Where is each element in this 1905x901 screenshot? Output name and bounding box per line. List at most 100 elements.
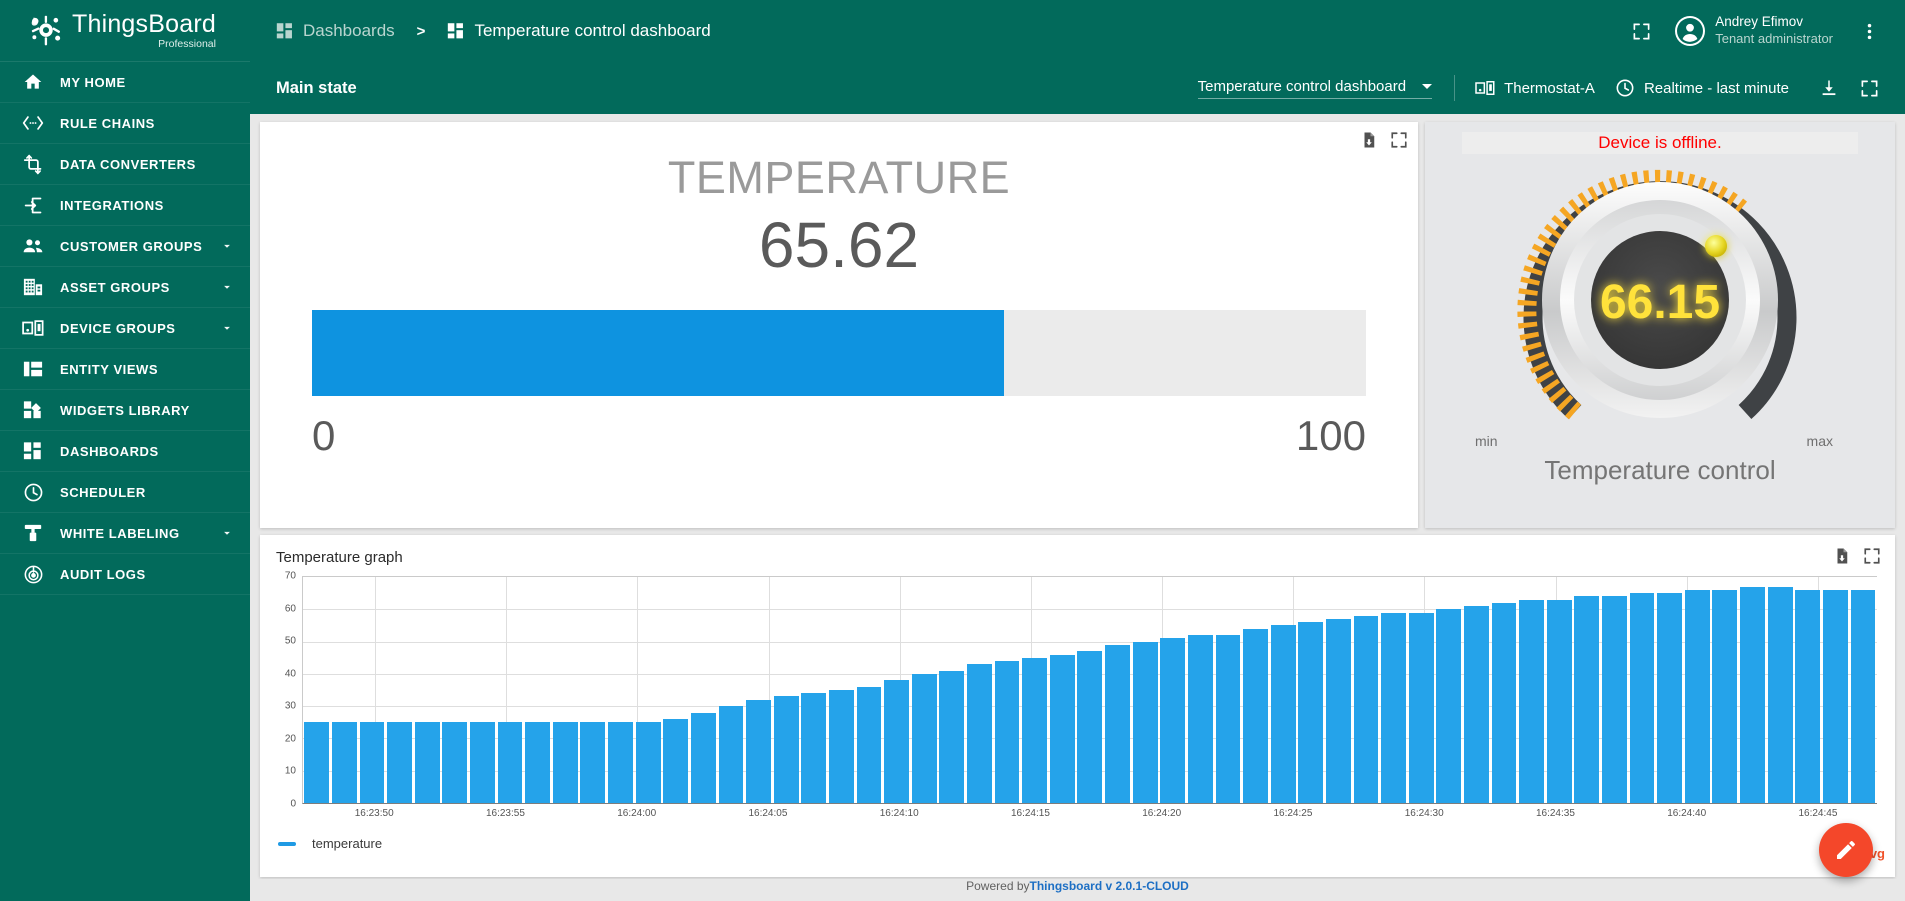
chart-title: Temperature graph (276, 549, 403, 566)
chart-bar (1325, 618, 1351, 803)
chart-bar (1077, 651, 1103, 803)
sidebar-item-label: ENTITY VIEWS (60, 361, 159, 377)
clock-icon (1616, 79, 1634, 97)
chart-bar (967, 664, 992, 803)
timewindow-label: Realtime - last minute (1643, 79, 1789, 97)
sidebar: ThingsBoard Professional MY HOME RULE CH… (0, 0, 250, 901)
sidebar-item-my-home[interactable]: MY HOME (0, 62, 250, 103)
sidebar-item-rule-chains[interactable]: RULE CHAINS (0, 103, 250, 144)
dashboard-fullscreen-button[interactable] (1849, 68, 1889, 108)
brand-subtitle: Professional (158, 37, 216, 50)
integrations-icon (22, 194, 44, 216)
chart-x-tick: 16:24:30 (1404, 808, 1444, 819)
export-dashboard-button[interactable] (1809, 68, 1849, 108)
chart-bar (1574, 596, 1600, 803)
chart-bar (387, 722, 413, 803)
chart-bar (1657, 593, 1683, 803)
temperature-control-knob-widget[interactable]: Device is offline. 66.15 min max Tempera… (1425, 122, 1895, 528)
legend-color-swatch (278, 841, 296, 846)
chart-bar (1684, 589, 1710, 803)
chevron-down-icon[interactable] (220, 239, 234, 253)
chart-x-tick: 16:24:20 (1142, 808, 1182, 819)
chart-bar (939, 670, 965, 803)
chart-bar (552, 722, 578, 803)
chart-bar (856, 686, 882, 803)
chart-y-tick: 50 (284, 635, 296, 647)
chart-bar (470, 722, 495, 803)
knob-dial[interactable]: 66.15 (1445, 150, 1875, 450)
chart-x-tick: 16:24:45 (1798, 808, 1838, 819)
chart-y-tick: 60 (284, 603, 296, 615)
gauge-bar-fill (312, 310, 1004, 396)
chart-bar (497, 722, 523, 803)
more-menu-button[interactable] (1849, 11, 1889, 51)
sidebar-item-device-groups[interactable]: DEVICE GROUPS (0, 308, 250, 349)
chart-bar (359, 722, 385, 803)
chart-y-axis: 0 10 20 30 40 50 60 70 (276, 571, 300, 810)
gauge-min-label: 0 (312, 412, 336, 459)
chart-bar (884, 680, 910, 803)
user-info[interactable]: Andrey Efimov Tenant administrator (1715, 14, 1833, 47)
chart-bar (828, 690, 854, 803)
breadcrumb-current[interactable]: Temperature control dashboard (447, 21, 711, 41)
chart-bar (911, 673, 937, 803)
chart-bar (1187, 635, 1213, 803)
knob-graphic[interactable]: 66.15 min max (1445, 150, 1875, 455)
home-icon (22, 71, 44, 93)
sidebar-item-entity-views[interactable]: ENTITY VIEWS (0, 349, 250, 390)
chart-bar (332, 722, 357, 803)
dashboard-state-select[interactable]: Temperature control dashboard (1197, 78, 1433, 99)
sidebar-item-white-labeling[interactable]: WHITE LABELING (0, 513, 250, 554)
chart-bar (1546, 599, 1572, 803)
sidebar-item-widgets-library[interactable]: WIDGETS LIBRARY (0, 390, 250, 431)
chevron-down-icon[interactable] (220, 321, 234, 335)
chart-bar (1243, 628, 1268, 803)
chart-x-tick: 16:24:10 (879, 808, 919, 819)
fullscreen-button[interactable] (1621, 11, 1661, 51)
avatar[interactable] (1675, 16, 1706, 46)
fullscreen-icon[interactable] (1863, 547, 1881, 565)
edit-pencil-icon (1837, 840, 1855, 859)
chart-widget-actions (1833, 547, 1881, 565)
sidebar-item-data-converters[interactable]: DATA CONVERTERS (0, 144, 250, 185)
knob-min-label: min (1475, 433, 1498, 449)
sidebar-item-asset-groups[interactable]: ASSET GROUPS (0, 267, 250, 308)
timewindow-selector[interactable]: Realtime - last minute (1615, 78, 1789, 98)
export-icon[interactable] (1833, 547, 1851, 565)
sidebar-item-integrations[interactable]: INTEGRATIONS (0, 185, 250, 226)
sidebar-item-customer-groups[interactable]: CUSTOMER GROUPS (0, 226, 250, 267)
chevron-down-icon[interactable] (220, 526, 234, 540)
breadcrumb-dashboards[interactable]: Dashboards (276, 21, 395, 41)
edit-dashboard-fab[interactable] (1819, 823, 1873, 877)
chart-y-tick: 70 (284, 570, 296, 582)
toolbar-divider (1454, 75, 1456, 101)
chart-bar (608, 722, 633, 803)
breadcrumb-root-label: Dashboards (303, 21, 395, 40)
gauge-bar-track (312, 310, 1366, 396)
breadcrumb-separator: > (416, 22, 426, 40)
chart-x-tick: 16:24:25 (1273, 808, 1313, 819)
chart-bar (1629, 593, 1655, 803)
sidebar-item-label: AUDIT LOGS (60, 566, 146, 582)
temperature-gauge-widget: TEMPERATURE 65.62 0 100 (260, 122, 1418, 528)
knob-caption: Temperature control (1544, 455, 1776, 485)
fullscreen-icon[interactable] (1390, 131, 1408, 149)
sidebar-item-audit-logs[interactable]: AUDIT LOGS (0, 554, 250, 595)
footer-link[interactable]: Thingsboard v 2.0.1-CLOUD (1030, 879, 1189, 893)
export-icon[interactable] (1360, 131, 1378, 149)
chart-bar (1822, 589, 1848, 803)
sidebar-item-label: DATA CONVERTERS (60, 156, 196, 172)
gauge-widget-actions (1360, 131, 1408, 149)
sidebar-item-scheduler[interactable]: SCHEDULER (0, 472, 250, 513)
device-alias-label: Thermostat-A (1504, 79, 1595, 97)
brand-logo[interactable]: ThingsBoard Professional (0, 0, 250, 62)
chart-bar (1105, 644, 1130, 803)
sidebar-item-label: CUSTOMER GROUPS (60, 238, 203, 254)
chart-bar (746, 699, 771, 803)
user-role: Tenant administrator (1715, 31, 1833, 47)
chart-bar (663, 719, 689, 803)
device-alias-selector[interactable]: Thermostat-A (1475, 78, 1595, 98)
chevron-down-icon[interactable] (220, 280, 234, 294)
sidebar-item-dashboards[interactable]: DASHBOARDS (0, 431, 250, 472)
audit-logs-icon (22, 563, 44, 585)
